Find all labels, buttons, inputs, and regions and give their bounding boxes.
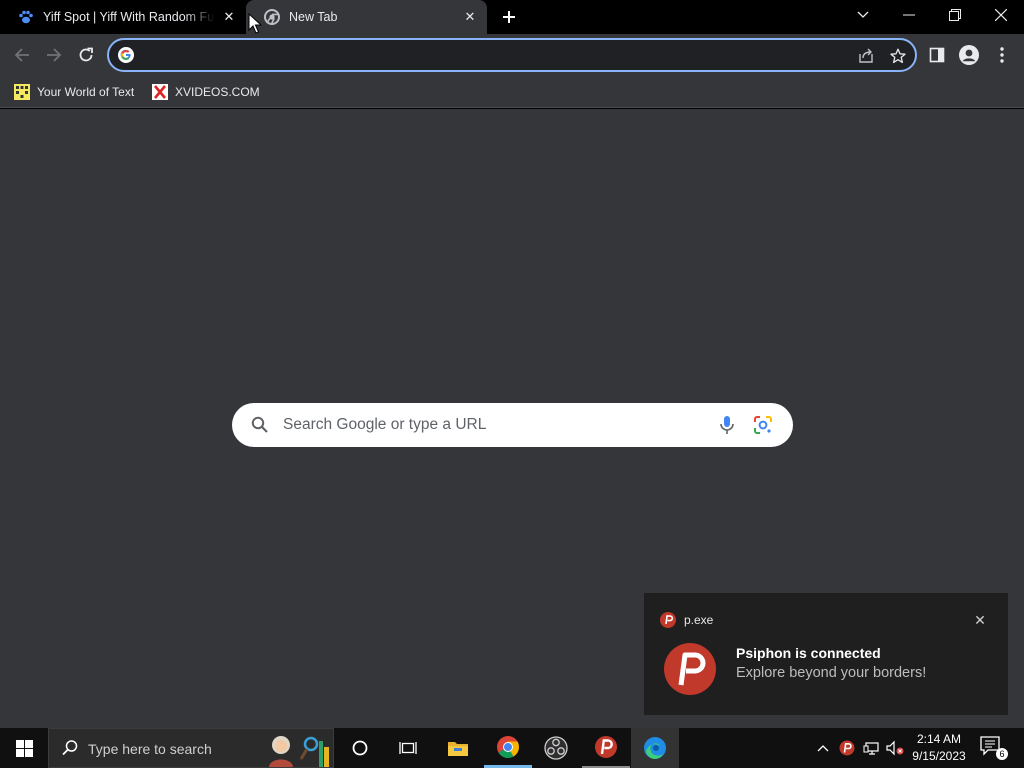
- task-view-icon: [399, 742, 417, 754]
- yourworldoftext-icon: [14, 84, 30, 100]
- clock-time: 2:14 AM: [916, 732, 962, 746]
- x-icon: [152, 84, 168, 100]
- tab-search-button[interactable]: [840, 0, 886, 30]
- minimize-icon: [903, 14, 915, 16]
- taskbar-search-placeholder: Type here to search: [88, 741, 212, 757]
- clock-date: 9/15/2023: [912, 749, 966, 763]
- close-tab-icon[interactable]: ✕: [221, 9, 237, 25]
- new-tab-button[interactable]: [498, 6, 520, 28]
- folder-icon: [448, 742, 468, 756]
- bookmark-your-world-of-text[interactable]: Your World of Text: [14, 82, 134, 102]
- network-tray-icon[interactable]: [861, 738, 881, 758]
- tab-new-tab[interactable]: New Tab ✕: [246, 0, 487, 34]
- reload-icon: [79, 47, 93, 62]
- bookmark-star-button[interactable]: [888, 46, 908, 66]
- obs-taskbar-button[interactable]: [532, 728, 580, 768]
- ntp-search-box[interactable]: Search Google or type a URL: [232, 403, 793, 447]
- taskbar-search-box[interactable]: Type here to search: [48, 728, 334, 768]
- notification-body: Explore beyond your borders!: [736, 665, 927, 681]
- back-button[interactable]: [8, 41, 36, 69]
- paw-icon: [19, 10, 33, 24]
- chrome-icon: [497, 735, 519, 758]
- notification-app-name: p.exe: [684, 613, 714, 627]
- notification-title: Psiphon is connected: [736, 645, 881, 661]
- psiphon-icon: [595, 736, 617, 758]
- file-explorer-button[interactable]: [434, 728, 482, 768]
- avatar-icon: [959, 45, 979, 65]
- cortana-button[interactable]: [336, 728, 384, 768]
- volume-tray-icon[interactable]: [885, 738, 905, 758]
- side-panel-icon: [929, 47, 945, 63]
- tab-strip: Yiff Spot | Yiff With Random Furries ✕ N…: [0, 0, 1024, 34]
- bookmarks-bar: Your World of Text XVIDEOS.COM: [0, 76, 1024, 108]
- mouse-cursor-icon: [248, 13, 262, 34]
- obs-icon: [544, 736, 568, 760]
- bookmark-xvideos[interactable]: XVIDEOS.COM: [152, 82, 260, 102]
- edge-icon: [644, 737, 666, 759]
- google-lens-icon[interactable]: [752, 414, 774, 436]
- edge-taskbar-button[interactable]: [631, 728, 679, 768]
- taskbar-clock[interactable]: 2:14 AM 9/15/2023: [906, 731, 972, 765]
- search-icon: [251, 416, 268, 433]
- windows-logo-icon: [15, 739, 33, 757]
- task-view-button[interactable]: [384, 728, 432, 768]
- psiphon-app-icon: [660, 612, 676, 628]
- chrome-taskbar-button[interactable]: [484, 728, 532, 768]
- chevron-up-icon: [817, 745, 829, 752]
- chrome-icon: [264, 9, 280, 25]
- close-icon[interactable]: ✕: [970, 610, 990, 630]
- close-icon: [995, 9, 1007, 21]
- profile-button[interactable]: [955, 41, 983, 69]
- volume-muted-icon: [886, 740, 904, 756]
- address-bar[interactable]: [107, 38, 917, 72]
- arrow-right-icon: [47, 48, 62, 62]
- network-icon: [863, 742, 879, 755]
- start-button[interactable]: [0, 728, 48, 768]
- bookmark-label: Your World of Text: [37, 85, 135, 99]
- reload-button[interactable]: [72, 41, 100, 69]
- close-window-button[interactable]: [978, 0, 1024, 30]
- side-panel-button[interactable]: [923, 41, 951, 69]
- address-input[interactable]: [145, 40, 835, 70]
- psiphon-tray-icon[interactable]: [837, 738, 857, 758]
- psiphon-taskbar-button[interactable]: [582, 728, 630, 768]
- close-tab-icon[interactable]: ✕: [462, 9, 478, 25]
- restore-icon: [949, 9, 961, 21]
- cortana-icon: [352, 740, 368, 756]
- chevron-down-icon: [857, 11, 869, 18]
- star-icon: [890, 48, 906, 64]
- ntp-search-placeholder: Search Google or type a URL: [283, 416, 487, 433]
- bookmark-label: XVIDEOS.COM: [175, 85, 260, 99]
- tab-title: Yiff Spot | Yiff With Random Furries: [43, 10, 215, 24]
- google-icon: [118, 47, 134, 63]
- psiphon-logo-icon: [664, 643, 716, 695]
- action-center-button[interactable]: 6: [980, 736, 1008, 760]
- forward-button[interactable]: [40, 41, 68, 69]
- browser-toolbar: [0, 34, 1024, 76]
- plus-icon: [503, 11, 515, 23]
- windows-taskbar: Type here to search 2:14 AM 9/15/2023 6: [0, 728, 1024, 768]
- arrow-left-icon: [14, 48, 29, 62]
- share-icon: [859, 48, 873, 63]
- tab-yiff-spot[interactable]: Yiff Spot | Yiff With Random Furries ✕: [0, 0, 246, 34]
- kebab-menu-icon: [1000, 47, 1004, 63]
- search-highlight-illustration: [269, 736, 329, 767]
- share-button[interactable]: [856, 46, 876, 66]
- notification-count-badge: 6: [996, 748, 1008, 760]
- psiphon-notification[interactable]: p.exe ✕ Psiphon is connected Explore bey…: [644, 593, 1008, 715]
- microphone-icon[interactable]: [716, 414, 738, 436]
- minimize-button[interactable]: [886, 0, 932, 30]
- show-hidden-icons-button[interactable]: [813, 738, 833, 758]
- search-icon: [62, 740, 78, 756]
- menu-button[interactable]: [988, 41, 1016, 69]
- tab-title: New Tab: [289, 10, 338, 24]
- psiphon-icon: [839, 740, 855, 756]
- restore-button[interactable]: [932, 0, 978, 30]
